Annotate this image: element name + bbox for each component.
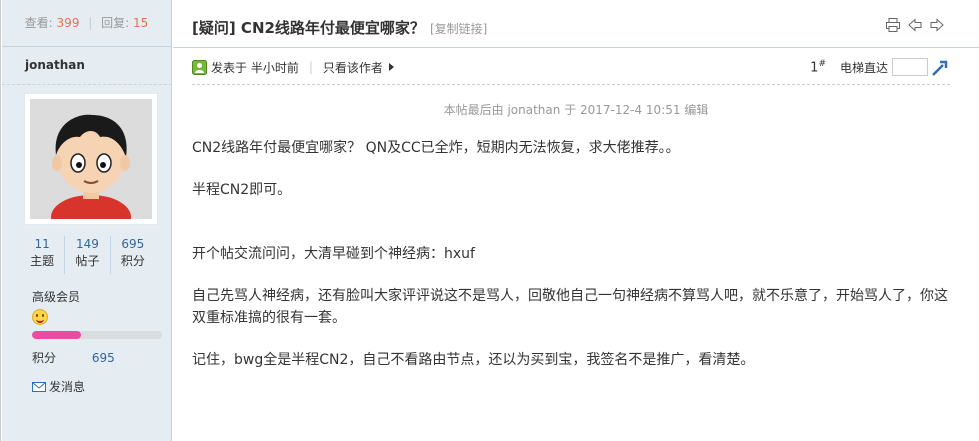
edit-note: 本帖最后由 jonathan 于 2017-12-4 10:51 编辑 [443,103,709,117]
views-count: 399 [56,16,80,30]
expand-arrow-icon[interactable] [388,63,394,71]
replies-label: 回复: [101,16,130,30]
credit-value: 695 [91,351,115,365]
post-body: CN2线路年付最便宜哪家？ QN及CC已全炸，短期内无法恢复，求大佬推荐。。 半… [192,137,950,371]
envelope-icon [32,381,46,392]
avatar-image [30,99,152,219]
credit-label: 积分 [32,351,57,365]
prev-arrow-icon[interactable] [907,17,923,33]
only-author-link[interactable]: 只看该作者 [323,59,383,76]
thread-stats: 查看: 399 | 回复: 15 [2,0,171,47]
views-label: 查看: [24,16,53,30]
thread-title-row: [疑问] CN2线路年付最便宜哪家？ [复制链接] [192,17,487,38]
post-frame: 查看: 399 | 回复: 15 jonathan 11 主题 149 帖子 6… [0,0,979,441]
stats-separator: | [88,16,93,30]
send-message-link[interactable]: 发消息 [32,378,85,395]
go-arrow-icon[interactable] [932,58,950,76]
credits-label: 积分 [120,254,145,268]
post-paragraph: 半程CN2即可。 [192,182,292,198]
online-status-icon [192,59,207,75]
threads-count: 11 [34,237,50,251]
title-toolbar [885,17,945,33]
smiley-level-icon [32,309,48,325]
posts-label: 帖子 [75,254,100,268]
level-progress-bar [32,331,162,339]
replies-count: 15 [133,16,149,30]
post-paragraph: 开个帖交流问问，大清早碰到个神经病：hxuf [192,246,475,262]
next-arrow-icon[interactable] [929,17,945,33]
credits-stat[interactable]: 695 积分 [111,236,155,274]
author-sidebar: 查看: 399 | 回复: 15 jonathan 11 主题 149 帖子 6… [2,0,172,441]
copy-link-button[interactable]: [复制链接] [430,20,487,37]
author-username[interactable]: jonathan [2,48,172,85]
threads-stat[interactable]: 11 主题 [20,236,66,274]
post-paragraph: 记住，bwg全是半程CN2，自己不看路由节点，还以为买到宝，我签名不是推广，看清… [192,352,755,368]
credits-count: 695 [121,237,145,251]
post-paragraph: CN2线路年付最便宜哪家？ QN及CC已全炸，短期内无法恢复，求大佬推荐。。 [192,140,680,156]
post-time: 发表于 半小时前 [211,60,299,75]
avatar[interactable] [24,93,158,225]
print-icon[interactable] [885,17,901,33]
author-counts: 11 主题 149 帖子 695 积分 [20,236,155,274]
threads-label: 主题 [30,254,55,268]
send-message-label: 发消息 [49,380,86,394]
post-paragraph: 自己先骂人神经病，还有脸叫大家评评说这不是骂人，回敬他自己一句神经病不算骂人吧，… [192,288,948,326]
level-progress-fill [32,331,82,339]
post-meta: 发表于 半小时前 | 只看该作者 1# 电梯直达 [192,58,950,76]
posts-stat[interactable]: 149 帖子 [65,236,111,274]
credit-row: 积分 695 [32,349,115,366]
posts-count: 149 [76,237,99,251]
title-divider [173,47,979,48]
jump-floor-input[interactable] [892,58,928,76]
floor-number[interactable]: 1# [810,59,826,75]
meta-divider [192,84,950,85]
meta-separator: | [308,60,313,74]
user-group[interactable]: 高级会员 [32,288,80,305]
jump-floor-label: 电梯直达 [839,60,888,75]
thread-title: [疑问] CN2线路年付最便宜哪家？ [192,19,425,37]
post-main: [疑问] CN2线路年付最便宜哪家？ [复制链接] 发表于 半小时前 | 只看该 [173,0,979,441]
floor-controls: 1# 电梯直达 [810,58,950,76]
